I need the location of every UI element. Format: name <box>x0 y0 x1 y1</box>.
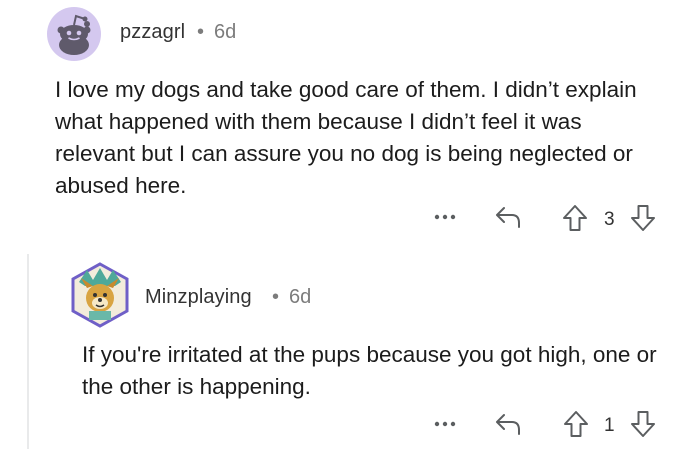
comment-age: 6d <box>214 21 237 43</box>
dog-avatar-icon[interactable] <box>67 262 133 328</box>
meta-separator: • <box>272 286 280 308</box>
vote-count: 3 <box>604 209 615 230</box>
downvote-icon[interactable] <box>630 410 656 438</box>
meta-separator: • <box>197 21 205 43</box>
upvote-icon[interactable] <box>563 410 589 438</box>
reply-icon[interactable] <box>493 410 523 438</box>
reply-icon[interactable] <box>493 203 523 231</box>
comment-body: I love my dogs and take good care of the… <box>55 77 637 198</box>
more-options-icon[interactable] <box>433 211 461 223</box>
downvote-icon[interactable] <box>630 204 656 232</box>
upvote-icon[interactable] <box>562 204 588 232</box>
comment-body: If you're irritated at the pups because … <box>82 342 657 399</box>
vote-count: 1 <box>604 415 615 436</box>
comment-author[interactable]: Minzplaying <box>145 286 252 309</box>
comment-age: 6d <box>289 286 312 308</box>
more-options-icon[interactable] <box>433 418 461 430</box>
snoo-avatar-icon[interactable] <box>47 7 101 61</box>
thread-line <box>27 254 29 449</box>
comment-author[interactable]: pzzagrl <box>120 21 185 44</box>
